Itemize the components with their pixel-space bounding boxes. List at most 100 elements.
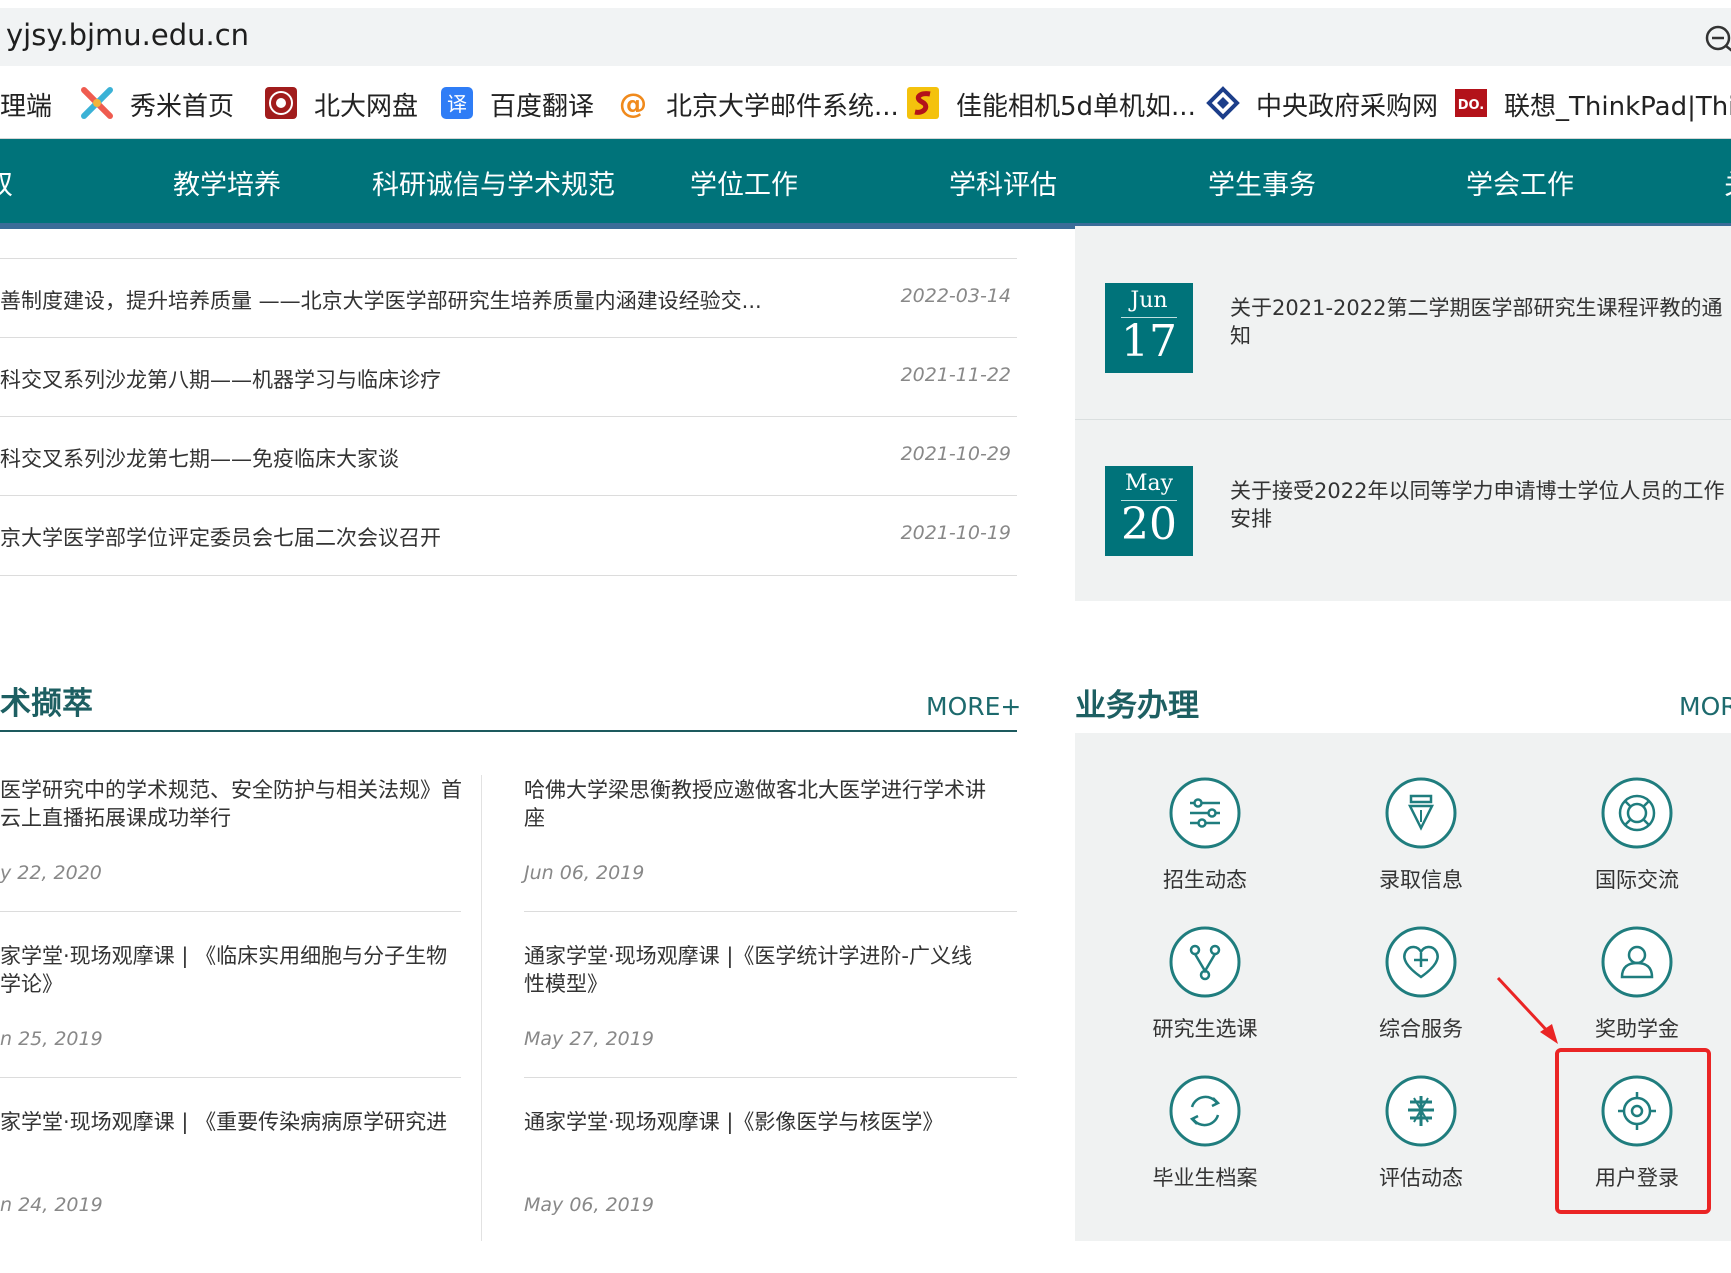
list-item[interactable]: 科交叉系列沙龙第八期——机器学习与临床诊疗 2021-11-22 <box>0 337 1017 417</box>
lifebuoy-icon <box>1601 777 1673 849</box>
date-badge: Jun 17 <box>1105 283 1193 373</box>
url-text[interactable]: yjsy.bjmu.edu.cn <box>6 18 249 52</box>
divider <box>524 911 1017 912</box>
news-date: 2022-03-14 <box>900 285 1011 307</box>
service-item-scholarship[interactable]: 奖助学金 <box>1547 925 1727 1065</box>
news-date: 2021-11-22 <box>900 364 1011 386</box>
heart-plus-icon <box>1385 926 1457 998</box>
news-title[interactable]: 科交叉系列沙龙第八期——机器学习与临床诊疗 <box>0 364 441 394</box>
nav-item-teaching[interactable]: 教学培养 <box>173 163 281 202</box>
nav-item-research-integrity[interactable]: 科研诚信与学术规范 <box>372 163 615 202</box>
article-date: y 22, 2020 <box>0 862 102 884</box>
article-card[interactable]: 通家学堂·现场观摩课 |《医学统计学进阶-广义线性模型》 May 27, 201… <box>524 942 986 1107</box>
nav-item[interactable]: 双 <box>0 163 13 202</box>
date-day: 17 <box>1121 316 1177 367</box>
news-title[interactable]: 善制度建设，提升培养质量 ——北京大学医学部研究生培养质量内涵建设经验交... <box>0 285 762 315</box>
section-title-academic: 术撷萃 <box>0 686 93 722</box>
news-title[interactable]: 科交叉系列沙龙第七期——免疫临床大家谈 <box>0 443 399 473</box>
annotation-arrow-icon <box>1496 976 1558 1044</box>
bookmark-label: 理端 <box>0 92 53 122</box>
service-item-course-selection[interactable]: 研究生选课 <box>1115 925 1295 1065</box>
mail-at-icon: @ <box>619 87 647 120</box>
article-title[interactable]: 哈佛大学梁思衡教授应邀做客北大医学进行学术讲座 <box>524 776 986 832</box>
article-card[interactable]: 哈佛大学梁思衡教授应邀做客北大医学进行学术讲座 Jun 06, 2019 <box>524 776 986 941</box>
nav-item-degree[interactable]: 学位工作 <box>690 163 798 202</box>
article-card[interactable]: 家学堂·现场观摩课 | 《临床实用细胞与分子生物学论》 n 25, 2019 <box>0 942 462 1107</box>
user-icon <box>1601 926 1673 998</box>
refresh-icon <box>1169 1075 1241 1147</box>
service-label: 国际交流 <box>1595 868 1679 892</box>
main-nav: 双 教学培养 科研诚信与学术规范 学位工作 学科评估 学生事务 学会工作 关 <box>0 139 1731 229</box>
article-title[interactable]: 通家学堂·现场观摩课 |《影像医学与核医学》 <box>524 1108 986 1136</box>
article-date: Jun 06, 2019 <box>524 862 645 884</box>
svg-text:译: 译 <box>447 92 467 116</box>
service-item-admission-info[interactable]: 录取信息 <box>1331 776 1511 916</box>
list-item[interactable]: 善制度建设，提升培养质量 ——北京大学医学部研究生培养质量内涵建设经验交... … <box>0 258 1017 338</box>
notice-panel: Jun 17 关于2021-2022第二学期医学部研究生课程评教的通知 May … <box>1075 226 1731 601</box>
divider <box>1075 419 1731 420</box>
service-item-graduate-archive[interactable]: 毕业生档案 <box>1115 1074 1295 1214</box>
notice-title[interactable]: 关于2021-2022第二学期医学部研究生课程评教的通知 <box>1230 294 1725 350</box>
notice-title[interactable]: 关于接受2022年以同等学力申请博士学位人员的工作安排 <box>1230 477 1725 533</box>
article-date: May 27, 2019 <box>524 1028 654 1050</box>
bookmarks-bar: 理端 秀米首页 北大网盘 译 百度翻译 @ 北京大学邮件系统... 佳能相机5d… <box>0 66 1731 139</box>
article-title[interactable]: 家学堂·现场观摩课 | 《重要传染病病原学研究进 <box>0 1108 462 1136</box>
annotation-highlight-box <box>1555 1048 1711 1214</box>
date-day: 20 <box>1121 499 1177 550</box>
service-label: 综合服务 <box>1379 1017 1463 1041</box>
nav-item-student-affairs[interactable]: 学生事务 <box>1208 163 1316 202</box>
sliders-icon <box>1169 777 1241 849</box>
article-card[interactable]: 医学研究中的学术规范、安全防护与相关法规》首云上直播拓展课成功举行 y 22, … <box>0 776 462 941</box>
date-month: May <box>1124 471 1174 496</box>
bookmark-label: 北大网盘 <box>314 92 419 122</box>
divider <box>0 575 1017 576</box>
diamond-icon <box>1206 86 1240 120</box>
section-title-services: 业务办理 <box>1075 688 1199 724</box>
section-underline <box>0 730 1017 732</box>
bookmark-label: 北京大学邮件系统... <box>666 92 899 122</box>
pku-logo-icon <box>1385 1075 1457 1147</box>
xiumi-icon <box>81 87 113 119</box>
service-label: 招生动态 <box>1163 868 1247 892</box>
lenovo-icon: DO. <box>1455 89 1487 117</box>
nav-item-discipline-eval[interactable]: 学科评估 <box>949 163 1057 202</box>
service-label: 毕业生档案 <box>1152 1166 1258 1190</box>
article-card[interactable]: 通家学堂·现场观摩课 |《影像医学与核医学》 May 06, 2019 <box>524 1108 986 1273</box>
article-title[interactable]: 医学研究中的学术规范、安全防护与相关法规》首云上直播拓展课成功举行 <box>0 776 462 832</box>
article-date: May 06, 2019 <box>524 1194 654 1216</box>
service-item-admissions[interactable]: 招生动态 <box>1115 776 1295 916</box>
service-item-international[interactable]: 国际交流 <box>1547 776 1727 916</box>
address-bar[interactable]: yjsy.bjmu.edu.cn <box>0 8 1731 66</box>
browser-top-strip <box>0 0 1731 8</box>
service-item-evaluation-news[interactable]: 评估动态 <box>1331 1074 1511 1214</box>
services-more-link[interactable]: MOR <box>1679 692 1731 721</box>
news-date: 2021-10-19 <box>900 522 1011 544</box>
bookmark-label: 秀米首页 <box>130 92 235 122</box>
article-title[interactable]: 通家学堂·现场观摩课 |《医学统计学进阶-广义线性模型》 <box>524 942 986 998</box>
nav-item[interactable]: 关 <box>1724 163 1731 202</box>
service-item-general-service[interactable]: 综合服务 <box>1331 925 1511 1065</box>
article-title[interactable]: 家学堂·现场观摩课 | 《临床实用细胞与分子生物学论》 <box>0 942 462 998</box>
academic-more-link[interactable]: MORE+ <box>926 692 1021 721</box>
list-item[interactable]: 科交叉系列沙龙第七期——免疫临床大家谈 2021-10-29 <box>0 416 1017 496</box>
news-date: 2021-10-29 <box>900 443 1011 465</box>
pku-seal-icon <box>265 87 297 119</box>
pen-nib-icon <box>1385 777 1457 849</box>
service-label: 研究生选课 <box>1152 1017 1258 1041</box>
article-date: n 25, 2019 <box>0 1028 103 1050</box>
divider <box>524 1077 1017 1078</box>
news-title[interactable]: 京大学医学部学位评定委员会七届二次会议召开 <box>0 522 441 552</box>
service-label: 录取信息 <box>1379 868 1463 892</box>
article-card[interactable]: 家学堂·现场观摩课 | 《重要传染病病原学研究进 n 24, 2019 <box>0 1108 462 1273</box>
divider <box>0 911 461 912</box>
bookmark-label: 中央政府采购网 <box>1256 92 1439 122</box>
service-label: 评估动态 <box>1379 1166 1463 1190</box>
column-divider <box>481 775 482 1241</box>
bookmark-label: 佳能相机5d单机如... <box>956 92 1196 122</box>
zoom-icon[interactable] <box>1700 20 1731 56</box>
divider <box>0 1077 461 1078</box>
bookmark-label: 联想_ThinkPad|Thi... <box>1504 92 1731 122</box>
list-item[interactable]: 京大学医学部学位评定委员会七届二次会议召开 2021-10-19 <box>0 495 1017 575</box>
nav-item-society[interactable]: 学会工作 <box>1466 163 1574 202</box>
svg-text:DO.: DO. <box>1458 98 1485 113</box>
